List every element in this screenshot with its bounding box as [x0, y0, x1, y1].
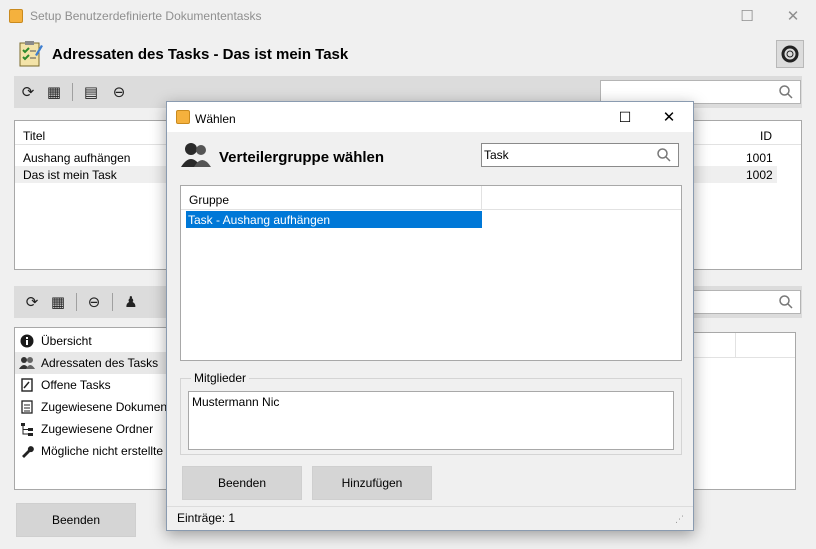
search-icon — [657, 148, 671, 162]
dialog-maximize-button[interactable]: ☐ — [605, 102, 645, 132]
toolbar-separator — [112, 293, 113, 311]
add-button[interactable]: Hinzufügen — [312, 466, 432, 500]
column-header-titel[interactable]: Titel — [23, 129, 45, 143]
member-item: Mustermann Nic — [192, 395, 280, 409]
dialog-beenden-button[interactable]: Beenden — [182, 466, 302, 500]
dialog-titlebar: Wählen ☐ ✕ — [167, 102, 693, 132]
tree-icon — [19, 421, 35, 437]
export-icon[interactable]: ▦ — [44, 82, 64, 102]
status-count: Einträge: 1 — [177, 511, 236, 525]
group-list-header: Gruppe — [181, 186, 681, 210]
remove-icon[interactable]: ⊖ — [109, 82, 129, 102]
dialog-title: Wählen — [195, 112, 236, 126]
checklist-icon — [19, 41, 43, 67]
row-id: 1002 — [746, 168, 773, 182]
nav-list: Übersicht Adressaten des Tasks Offene Ta… — [14, 327, 184, 490]
search-icon — [779, 295, 793, 309]
group-row-selected[interactable]: Task - Aushang aufhängen — [186, 211, 482, 228]
nav-item-label: Mögliche nicht erstellte T — [41, 444, 174, 458]
remove-icon[interactable]: ⊖ — [84, 292, 104, 312]
toolbar-separator — [72, 83, 73, 101]
nav-item-label: Übersicht — [41, 334, 92, 348]
task-icon — [19, 377, 35, 393]
document-icon — [19, 399, 35, 415]
resize-grip-icon[interactable]: ⋰ — [675, 514, 684, 525]
maximize-button[interactable]: ☐ — [724, 0, 770, 32]
export-icon[interactable]: ▦ — [48, 292, 68, 312]
members-groupbox: Mitglieder Mustermann Nic — [180, 371, 682, 455]
search-icon — [779, 85, 793, 99]
page-title: Adressaten des Tasks - Das ist mein Task — [52, 46, 349, 63]
help-button[interactable] — [776, 40, 804, 68]
row-id: 1001 — [746, 151, 773, 165]
nav-item-label: Zugewiesene Dokument — [41, 400, 171, 414]
group-row-label: Task - Aushang aufhängen — [188, 213, 331, 227]
refresh-icon[interactable]: ⟳ — [18, 82, 38, 102]
dialog-heading: Verteilergruppe wählen — [219, 149, 385, 166]
row-titel: Das ist mein Task — [23, 168, 117, 182]
lifebuoy-icon — [781, 45, 799, 63]
group-list: Gruppe Task - Aushang aufhängen — [180, 185, 682, 361]
column-header-gruppe[interactable]: Gruppe — [189, 193, 229, 207]
info-icon — [19, 333, 35, 349]
column-header-id[interactable]: ID — [760, 129, 772, 143]
nav-item-label: Adressaten des Tasks — [41, 356, 159, 370]
column-divider — [481, 186, 482, 210]
window-title: Setup Benutzerdefinierte Dokumententasks — [30, 9, 262, 23]
app-icon — [9, 9, 23, 23]
main-beenden-button[interactable]: Beenden — [16, 503, 136, 537]
toolbar-separator — [76, 293, 77, 311]
edit-list-icon[interactable]: ▤ — [81, 82, 101, 102]
nav-item-adressaten[interactable]: Adressaten des Tasks — [15, 352, 183, 374]
users-icon — [19, 355, 35, 371]
user-settings-icon[interactable]: ♟ — [121, 292, 141, 312]
detail-header — [693, 333, 795, 358]
dialog-search-input[interactable]: Task — [481, 143, 679, 167]
row-titel: Aushang aufhängen — [23, 151, 131, 165]
nav-item-ordner[interactable]: Zugewiesene Ordner — [15, 418, 183, 440]
column-divider — [735, 333, 736, 358]
main-titlebar: Setup Benutzerdefinierte Dokumententasks… — [0, 0, 816, 32]
nav-item-label: Offene Tasks — [41, 378, 111, 392]
detail-panel — [692, 332, 796, 490]
select-dialog: Wählen ☐ ✕ Verteilergruppe wählen Task G… — [166, 101, 694, 531]
members-label: Mitglieder — [191, 371, 250, 385]
nav-item-label: Zugewiesene Ordner — [41, 422, 154, 436]
wrench-icon — [19, 443, 35, 459]
dialog-app-icon — [176, 110, 190, 124]
dialog-search-value: Task — [484, 148, 509, 162]
nav-item-uebersicht[interactable]: Übersicht — [15, 330, 183, 352]
dialog-close-button[interactable]: ✕ — [649, 102, 689, 132]
refresh-icon[interactable]: ⟳ — [22, 292, 42, 312]
close-button[interactable]: ✕ — [770, 0, 816, 32]
nav-item-dokumente[interactable]: Zugewiesene Dokument — [15, 396, 183, 418]
nav-item-nicht-erstellt[interactable]: Mögliche nicht erstellte T — [15, 440, 183, 462]
group-users-icon — [181, 143, 211, 167]
status-divider — [167, 506, 693, 507]
members-list[interactable]: Mustermann Nic — [188, 391, 674, 450]
nav-item-offene-tasks[interactable]: Offene Tasks — [15, 374, 183, 396]
